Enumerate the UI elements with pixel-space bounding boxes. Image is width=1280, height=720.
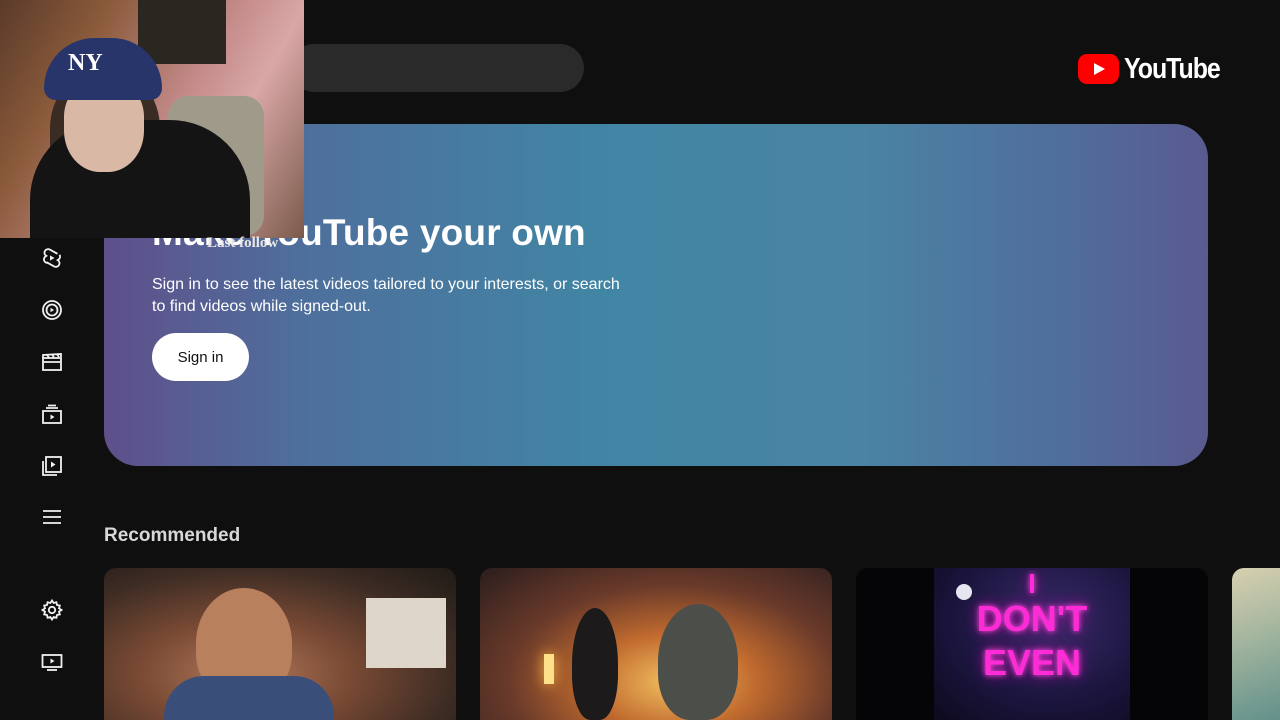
- thumbnail-house-prop: [366, 598, 446, 668]
- playlist-icon[interactable]: [38, 452, 66, 480]
- video-thumbnail[interactable]: [104, 568, 456, 720]
- settings-icon[interactable]: [38, 596, 66, 624]
- movies-icon[interactable]: [38, 348, 66, 376]
- search-bar[interactable]: [290, 44, 584, 92]
- signin-button[interactable]: Sign in: [152, 333, 249, 381]
- library-icon[interactable]: [38, 401, 66, 429]
- video-thumbnail[interactable]: [1232, 568, 1280, 720]
- cap-logo: NY: [68, 50, 103, 76]
- banner-description: Sign in to see the latest videos tailore…: [152, 276, 620, 315]
- video-thumbnail[interactable]: I DON'T EVEN: [856, 568, 1208, 720]
- thumbnail-flare: [544, 654, 554, 684]
- shorts-icon[interactable]: [38, 244, 66, 272]
- neon-text-line: EVEN: [982, 642, 1082, 683]
- wall-poster: [138, 0, 226, 64]
- thumbnail-person: [572, 608, 618, 720]
- youtube-logo: YouTube: [1078, 52, 1235, 86]
- thumbnail-shirt: [164, 676, 334, 720]
- video-thumbnail[interactable]: [480, 568, 832, 720]
- webcam-overlay: NY: [0, 0, 304, 238]
- recommended-heading: Recommended: [104, 525, 241, 546]
- menu-icon[interactable]: [38, 503, 66, 531]
- thumbnail-person: [658, 604, 738, 720]
- subscriptions-icon[interactable]: [38, 296, 66, 324]
- cast-icon[interactable]: [38, 648, 66, 676]
- logo-text: YouTube: [1124, 52, 1221, 85]
- neon-text-line: DON'T: [976, 598, 1088, 639]
- neon-text-line: I: [1028, 568, 1036, 599]
- youtube-play-icon: [1078, 54, 1119, 84]
